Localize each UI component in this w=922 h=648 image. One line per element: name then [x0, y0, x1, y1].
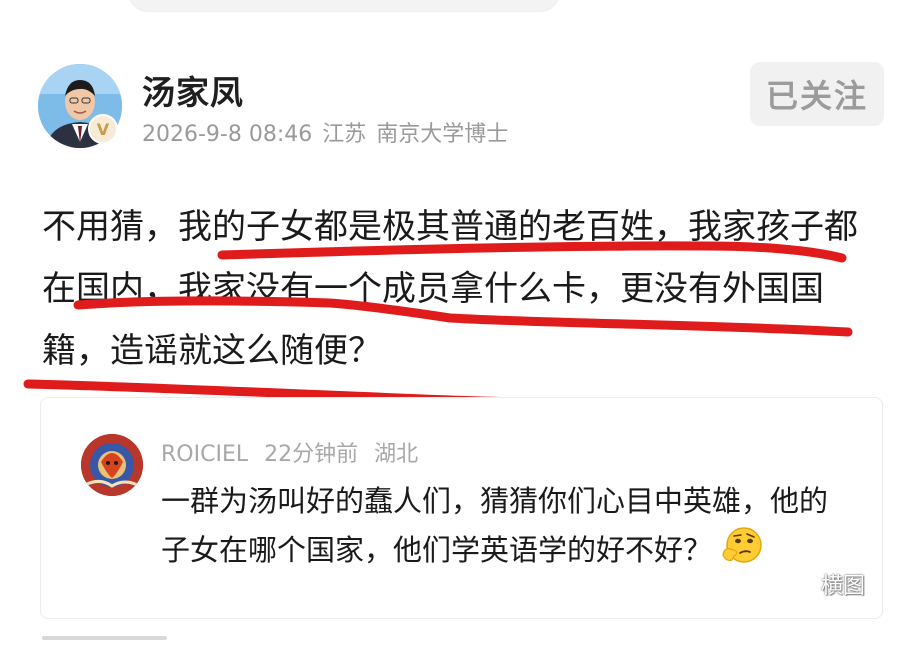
commenter-avatar[interactable] — [81, 434, 143, 496]
thinking-face-emoji-icon — [720, 525, 764, 579]
commenter-avatar-image — [81, 434, 143, 496]
quoted-comment-card[interactable]: ROICIEL 22分钟前 湖北 一群为汤叫好的蠢人们，猜猜你们心目中英雄，他的子女… — [40, 397, 883, 619]
follow-button[interactable]: 已关注 — [750, 62, 884, 126]
comment-body: 一群为汤叫好的蠢人们，猜猜你们心目中英雄，他的子女在哪个国家，他们学英语学的好不… — [161, 478, 841, 579]
commenter-username[interactable]: ROICIEL — [161, 442, 248, 467]
verified-badge-icon: V — [88, 114, 118, 144]
author-tag: 南京大学博士 — [376, 122, 509, 147]
search-bar-partial[interactable] — [128, 0, 560, 12]
post-meta: 2026-9-8 08:46 江苏 南京大学博士 — [142, 116, 518, 148]
comment-time: 22分钟前 — [264, 442, 359, 467]
post-location: 江苏 — [322, 122, 367, 147]
next-item-partial — [42, 632, 172, 648]
post-date: 2026-9-8 08:46 — [142, 122, 313, 147]
comment-location: 湖北 — [374, 442, 419, 467]
post-body: 不用猜，我的子女都是极其普通的老百姓，我家孩子都在国内，我家没有一个成员拿什么卡… — [42, 207, 858, 371]
author-name[interactable]: 汤家凤 — [142, 66, 244, 114]
comment-meta: ROICIEL 22分钟前 湖北 — [161, 436, 434, 468]
image-orientation-label[interactable]: 横图 — [821, 568, 865, 600]
